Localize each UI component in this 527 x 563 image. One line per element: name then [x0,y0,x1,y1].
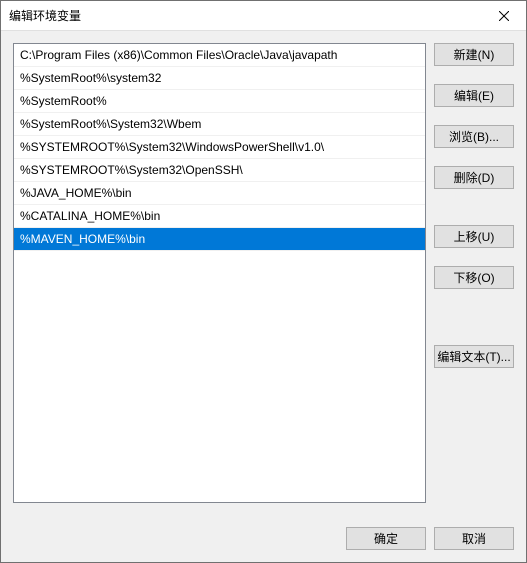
close-button[interactable] [481,1,526,31]
list-item[interactable]: %SYSTEMROOT%\System32\WindowsPowerShell\… [14,136,425,159]
ok-button[interactable]: 确定 [346,527,426,550]
dialog-footer: 确定 取消 [1,515,526,562]
list-item[interactable]: %SYSTEMROOT%\System32\OpenSSH\ [14,159,425,182]
list-item[interactable]: C:\Program Files (x86)\Common Files\Orac… [14,44,425,67]
path-listbox[interactable]: C:\Program Files (x86)\Common Files\Orac… [13,43,426,503]
list-item[interactable]: %SystemRoot% [14,90,425,113]
browse-button[interactable]: 浏览(B)... [434,125,514,148]
spacer [434,72,514,78]
spacer [434,254,514,260]
move-down-button[interactable]: 下移(O) [434,266,514,289]
list-item[interactable]: %JAVA_HOME%\bin [14,182,425,205]
spacer [434,295,514,339]
list-item[interactable]: %MAVEN_HOME%\bin [14,228,425,251]
list-item[interactable]: %SystemRoot%\System32\Wbem [14,113,425,136]
cancel-button[interactable]: 取消 [434,527,514,550]
dialog-content: C:\Program Files (x86)\Common Files\Orac… [1,31,526,515]
list-item[interactable]: %SystemRoot%\system32 [14,67,425,90]
move-up-button[interactable]: 上移(U) [434,225,514,248]
delete-button[interactable]: 删除(D) [434,166,514,189]
spacer [434,195,514,219]
edit-text-button[interactable]: 编辑文本(T)... [434,345,514,368]
list-item[interactable]: %CATALINA_HOME%\bin [14,205,425,228]
dialog-window: 编辑环境变量 C:\Program Files (x86)\Common Fil… [0,0,527,563]
close-icon [499,11,509,21]
button-column: 新建(N) 编辑(E) 浏览(B)... 删除(D) 上移(U) 下移(O) 编… [434,43,514,503]
spacer [434,113,514,119]
main-area: C:\Program Files (x86)\Common Files\Orac… [13,43,514,503]
window-title: 编辑环境变量 [1,7,81,24]
new-button[interactable]: 新建(N) [434,43,514,66]
edit-button[interactable]: 编辑(E) [434,84,514,107]
spacer [434,154,514,160]
titlebar: 编辑环境变量 [1,1,526,31]
